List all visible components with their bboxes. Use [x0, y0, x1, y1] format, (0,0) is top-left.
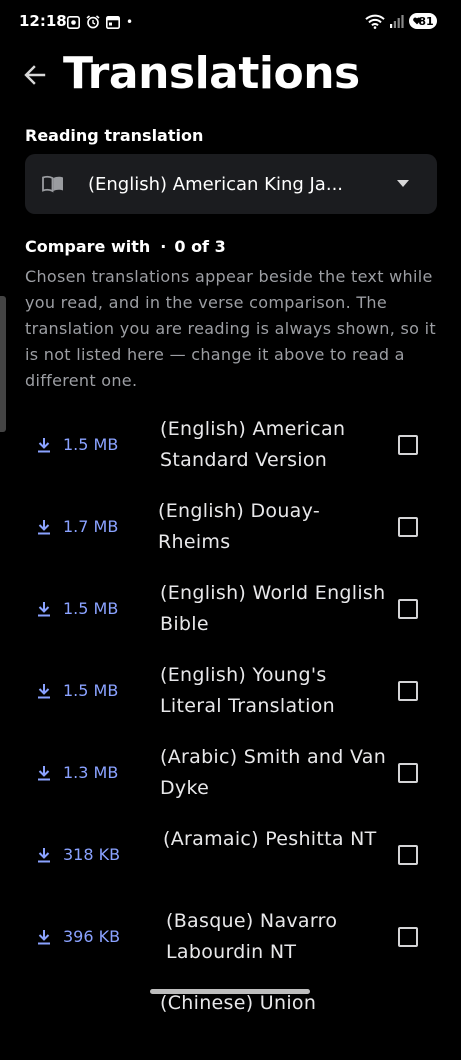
- status-notification-icons: •: [67, 15, 133, 29]
- translation-name: (Basque) Navarro Labourdin NT: [166, 910, 338, 963]
- size-text: 1.3 MB: [63, 763, 119, 782]
- compare-separator: ·: [160, 237, 167, 256]
- wifi-icon: [365, 14, 385, 29]
- reading-translation-value: (English) American King Ja...: [88, 173, 344, 195]
- download-icon: [38, 519, 50, 534]
- size-text: 1.5 MB: [63, 599, 119, 618]
- translation-item[interactable]: 396 KB (Basque) Navarro Labourdin NT: [0, 896, 461, 978]
- download-icon: [38, 437, 50, 452]
- download-icon: [38, 683, 50, 698]
- home-indicator[interactable]: [150, 989, 310, 994]
- translation-name: (English) Young's Literal Translation: [160, 664, 336, 717]
- size-text: 1.5 MB: [63, 681, 119, 700]
- download-icon: [38, 601, 50, 616]
- size-text: 1.5 MB: [63, 435, 119, 454]
- download-size[interactable]: 1.7 MB: [37, 517, 118, 536]
- status-system-icons: 81: [365, 13, 437, 29]
- translation-checkbox[interactable]: [398, 435, 418, 455]
- size-text: 1.7 MB: [63, 517, 119, 536]
- book-icon: [42, 175, 63, 193]
- alarm-clock-icon: [86, 15, 100, 29]
- notification-app-icon: [67, 15, 80, 29]
- battery-saver-icon: [413, 17, 421, 25]
- size-text: 396 KB: [63, 927, 121, 946]
- translation-item[interactable]: 1.5 MB (English) World English Bible: [0, 568, 461, 650]
- translation-checkbox[interactable]: [398, 517, 418, 537]
- translation-item[interactable]: 1.7 MB (English) Douay-Rheims: [0, 486, 461, 568]
- download-size[interactable]: 1.5 MB: [37, 681, 118, 700]
- download-size[interactable]: 1.3 MB: [37, 763, 118, 782]
- translation-item[interactable]: 1.3 MB (Arabic) Smith and Van Dyke: [0, 732, 461, 814]
- translation-item[interactable]: 318 KB (Aramaic) Peshitta NT: [0, 814, 461, 896]
- translation-name: (English) American Standard Version: [160, 418, 346, 471]
- signal-icon: [390, 15, 404, 28]
- download-icon: [38, 765, 50, 780]
- download-icon: [38, 847, 50, 862]
- status-time: 12:18: [19, 12, 67, 30]
- translation-item[interactable]: 1.5 MB (English) Young's Literal Transla…: [0, 650, 461, 732]
- download-size[interactable]: 1.5 MB: [37, 435, 118, 454]
- translation-checkbox[interactable]: [398, 845, 418, 865]
- size-text: 318 KB: [63, 845, 121, 864]
- caret-down-icon: [397, 180, 409, 187]
- translation-name: (Aramaic) Peshitta NT: [163, 828, 377, 850]
- translation-checkbox[interactable]: [398, 763, 418, 783]
- compare-with-header: Compare with · 0 of 3: [25, 237, 226, 256]
- translation-checkbox[interactable]: [398, 927, 418, 947]
- battery-indicator: 81: [409, 13, 437, 29]
- download-size[interactable]: 396 KB: [37, 927, 120, 946]
- translation-checkbox[interactable]: [398, 681, 418, 701]
- reading-translation-label: Reading translation: [25, 126, 204, 145]
- download-size[interactable]: 1.5 MB: [37, 599, 118, 618]
- translation-checkbox[interactable]: [398, 599, 418, 619]
- compare-description: Chosen translations appear beside the te…: [25, 267, 436, 390]
- download-icon: [38, 929, 50, 944]
- page-title: Translations: [63, 48, 360, 99]
- status-bar: 12:18 • 81: [0, 0, 461, 44]
- translation-name: (Arabic) Smith and Van Dyke: [160, 746, 387, 799]
- download-size[interactable]: 318 KB: [37, 845, 120, 864]
- translation-name: (English) World English Bible: [160, 582, 386, 635]
- reading-translation-dropdown[interactable]: (English) American King Ja...: [25, 154, 437, 214]
- compare-count: 0 of 3: [174, 237, 226, 256]
- compare-with-label: Compare with: [25, 237, 151, 256]
- translation-item[interactable]: 1.5 MB (English) American Standard Versi…: [0, 404, 461, 486]
- calendar-icon: [106, 15, 120, 29]
- status-dot: •: [126, 15, 134, 29]
- translation-name: (English) Douay-Rheims: [158, 500, 320, 553]
- arrow-left-icon: [24, 65, 46, 85]
- back-button[interactable]: [18, 60, 52, 90]
